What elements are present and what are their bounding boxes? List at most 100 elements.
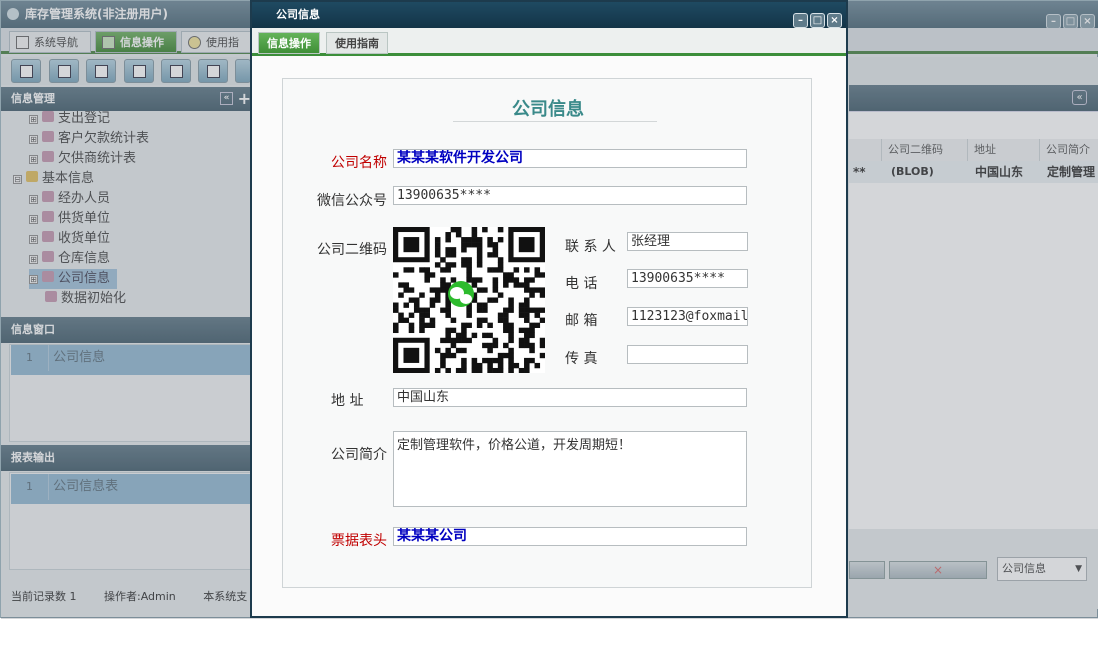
document-button[interactable] bbox=[86, 59, 116, 83]
company-name-label: 公司名称 bbox=[331, 155, 387, 171]
collapse-all-icon[interactable]: « bbox=[220, 92, 233, 105]
action-button[interactable] bbox=[849, 561, 885, 579]
document-icon bbox=[95, 65, 108, 78]
maximize-icon[interactable]: □ bbox=[810, 13, 825, 28]
tab-info-operation[interactable]: 信息操作 bbox=[258, 32, 320, 54]
minimize-icon[interactable]: – bbox=[793, 13, 808, 28]
form-heading: 公司信息 bbox=[512, 99, 584, 120]
tab-user-guide[interactable]: 使用指南 bbox=[181, 31, 251, 53]
export-icon bbox=[207, 65, 220, 78]
table-cell: 中国山东 bbox=[975, 165, 1024, 179]
dialog-tab-bar: 信息操作 使用指南 bbox=[252, 28, 846, 56]
table-cell: 定制管理 bbox=[1047, 165, 1096, 179]
company-info-dialog: 公司信息 – □ × 信息操作 使用指南 公司信息 公司名称 某某某软件开发公司 微… bbox=[250, 0, 848, 618]
app-logo-icon bbox=[7, 8, 19, 20]
fax-label: 传 真 bbox=[565, 351, 598, 367]
heading-divider bbox=[453, 121, 657, 122]
dialog-title: 公司信息 bbox=[276, 8, 320, 21]
phone-label: 电 话 bbox=[565, 276, 598, 292]
chevron-down-icon: ▼ bbox=[1075, 564, 1082, 574]
tree-item-expense[interactable]: ⊞ 支出登记 bbox=[29, 111, 110, 129]
print-button[interactable] bbox=[235, 59, 251, 83]
tree-node-icon bbox=[42, 211, 54, 222]
contact-field[interactable]: 张经理 bbox=[627, 232, 748, 251]
tree-item-receivers[interactable]: ⊞ 收货单位 bbox=[29, 229, 110, 249]
wechat-field[interactable]: 13900635**** bbox=[393, 186, 747, 205]
export-button[interactable] bbox=[198, 59, 228, 83]
wechat-logo-icon bbox=[448, 281, 474, 307]
monitor-icon bbox=[16, 36, 29, 49]
main-toolbar bbox=[1, 57, 251, 85]
tree-item-suppliers[interactable]: ⊞ 供货单位 bbox=[29, 209, 110, 229]
main-window-title: 库存管理系统(非注册用户) bbox=[25, 7, 168, 21]
search-icon bbox=[20, 65, 33, 78]
tree-node-icon bbox=[42, 271, 54, 282]
expand-icon[interactable]: + bbox=[238, 87, 251, 111]
list-button[interactable] bbox=[49, 59, 79, 83]
monitor-icon bbox=[170, 65, 183, 78]
tree-view: ⊞ 支出登记 ⊞ 客户欠款统计表 ⊞ 欠供商统计表 ⊟ 基本信息 ⊞ 经办人员 ⊞ 供货单位… bbox=[1, 111, 251, 316]
monitor-button[interactable] bbox=[161, 59, 191, 83]
column-header-address[interactable]: 地址 bbox=[967, 139, 1039, 161]
company-info-form: 公司信息 公司名称 某某某软件开发公司 微信公众号 13900635**** 公… bbox=[282, 78, 812, 588]
table-cell: (BLOB) bbox=[891, 165, 934, 178]
contact-label: 联 系 人 bbox=[565, 239, 616, 255]
users-button[interactable] bbox=[124, 59, 154, 83]
qr-code-label: 公司二维码 bbox=[317, 242, 387, 258]
close-icon[interactable]: × bbox=[827, 13, 842, 28]
column-header-intro[interactable]: 公司简介 bbox=[1039, 139, 1098, 161]
maximize-icon[interactable]: □ bbox=[1063, 14, 1078, 29]
tree-item-warehouse[interactable]: ⊞ 仓库信息 bbox=[29, 249, 110, 269]
tree-item-supplier-debt[interactable]: ⊞ 欠供商统计表 bbox=[29, 149, 136, 169]
list-item[interactable]: 1 公司信息表 bbox=[11, 474, 251, 504]
report-select[interactable]: 公司信息 ▼ bbox=[997, 557, 1087, 581]
close-icon[interactable]: × bbox=[1080, 14, 1095, 29]
table-cell: ** bbox=[853, 165, 866, 179]
right-panel-header: « bbox=[849, 85, 1098, 111]
status-bar: 当前记录数 1 操作者:Admin 本系统支 bbox=[1, 585, 251, 609]
list-icon bbox=[58, 65, 71, 78]
phone-field[interactable]: 13900635**** bbox=[627, 269, 748, 288]
help-icon bbox=[188, 36, 201, 49]
tab-info-operation[interactable]: 信息操作 bbox=[95, 31, 177, 53]
company-name-field[interactable]: 某某某软件开发公司 bbox=[393, 149, 747, 168]
receipt-header-label: 票据表头 bbox=[331, 533, 387, 549]
tree-item-customer-debt[interactable]: ⊞ 客户欠款统计表 bbox=[29, 129, 149, 149]
tree-item-data-init[interactable]: 数据初始化 bbox=[45, 289, 126, 309]
tree-node-icon bbox=[42, 231, 54, 242]
users-icon bbox=[133, 65, 146, 78]
email-field[interactable]: 1123123@foxmail.c bbox=[627, 307, 748, 326]
grid-icon bbox=[102, 36, 115, 49]
tab-user-guide[interactable]: 使用指南 bbox=[326, 32, 388, 54]
tree-item-basic-info[interactable]: ⊟ 基本信息 bbox=[13, 169, 94, 189]
receipt-header-field[interactable]: 某某某公司 bbox=[393, 527, 747, 546]
dialog-title-bar: 公司信息 – □ × bbox=[252, 2, 846, 28]
tree-node-icon bbox=[42, 151, 54, 162]
list-item[interactable]: 1 公司信息 bbox=[11, 345, 251, 375]
tree-node-icon bbox=[42, 251, 54, 262]
intro-textarea[interactable]: 定制管理软件，价格公道，开发周期短！ bbox=[393, 431, 747, 507]
address-field[interactable]: 中国山东 bbox=[393, 388, 747, 407]
record-count: 当前记录数 1 bbox=[11, 590, 77, 603]
delete-button[interactable]: × bbox=[889, 561, 987, 579]
qr-code-image[interactable] bbox=[393, 227, 546, 374]
right-toolbar-area bbox=[849, 57, 1098, 85]
wechat-label: 微信公众号 bbox=[317, 193, 387, 209]
minimize-icon[interactable]: – bbox=[1046, 14, 1061, 29]
search-button[interactable] bbox=[11, 59, 41, 83]
delete-icon: × bbox=[932, 563, 944, 577]
email-label: 邮 箱 bbox=[565, 313, 598, 329]
info-manage-header: 信息管理 « + bbox=[1, 87, 251, 111]
operator-label: 操作者:Admin bbox=[104, 590, 176, 603]
info-window-header: 信息窗口 bbox=[1, 317, 251, 343]
tree-node-icon bbox=[42, 131, 54, 142]
tab-system-nav[interactable]: 系统导航 bbox=[9, 31, 91, 53]
column-header-qr[interactable]: 公司二维码 bbox=[881, 139, 967, 161]
report-output-header: 报表输出 bbox=[1, 445, 251, 471]
system-support-text: 本系统支 bbox=[203, 590, 248, 603]
tree-item-company-info[interactable]: ⊞ 公司信息 bbox=[29, 269, 117, 289]
intro-label: 公司简介 bbox=[331, 447, 387, 463]
fax-field[interactable] bbox=[627, 345, 748, 364]
tree-item-handlers[interactable]: ⊞ 经办人员 bbox=[29, 189, 110, 209]
collapse-icon[interactable]: « bbox=[1072, 90, 1087, 105]
